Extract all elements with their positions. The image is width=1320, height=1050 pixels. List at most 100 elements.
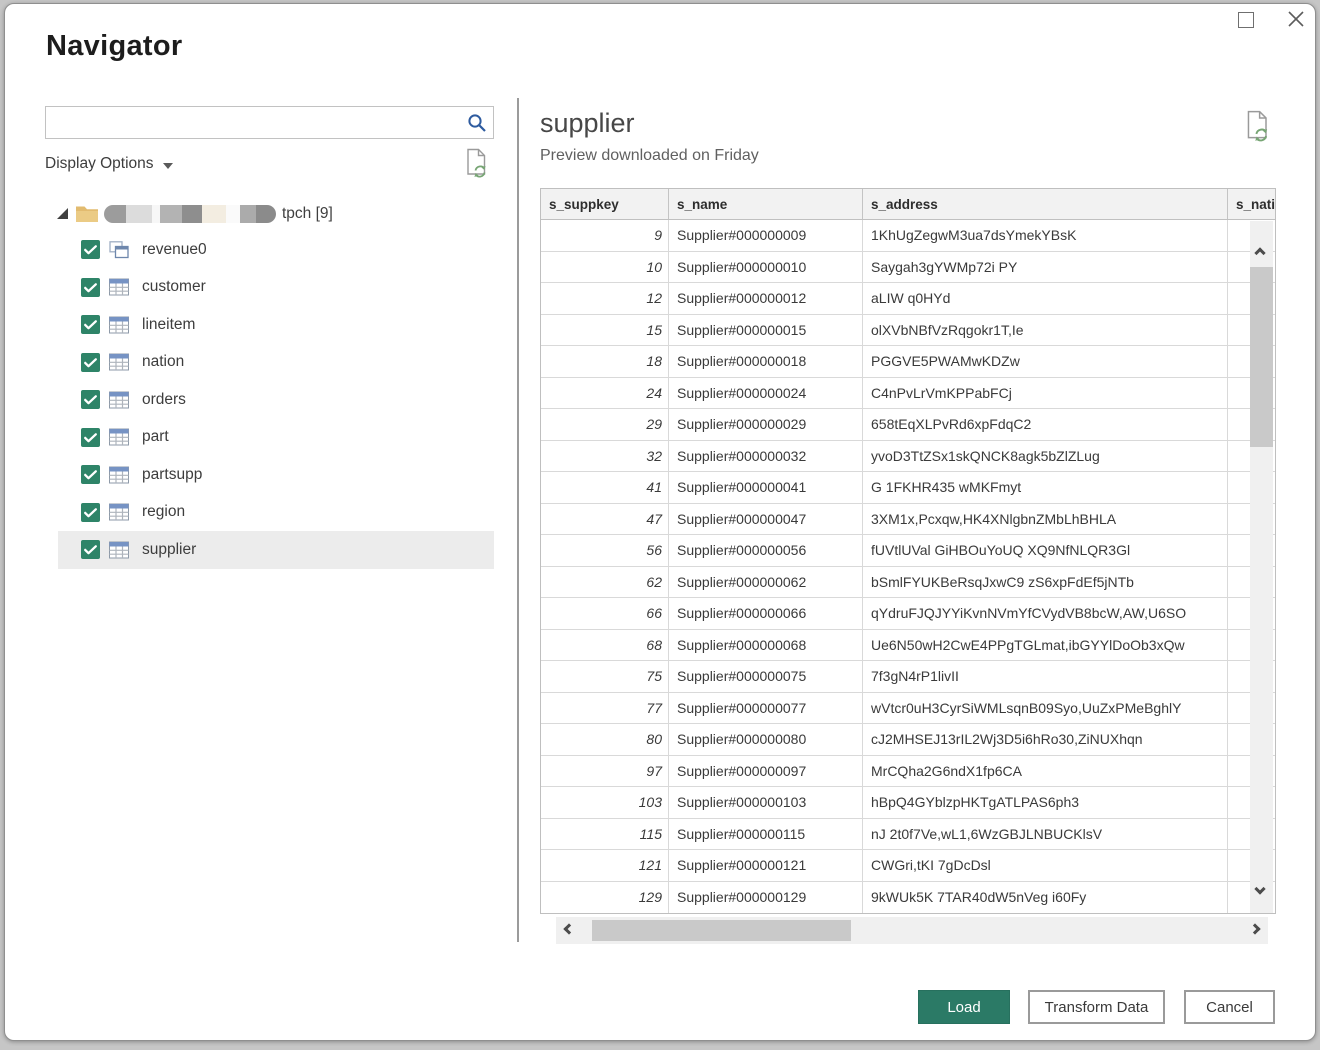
table-cell: 77	[541, 693, 669, 724]
table-cell: cJ2MHSEJ13rIL2Wj3D5i6hRo30,ZiNUXhqn	[863, 724, 1228, 755]
tree-item-label: part	[142, 428, 169, 446]
table-row: 80Supplier#000000080cJ2MHSEJ13rIL2Wj3D5i…	[541, 724, 1275, 756]
scroll-left-icon[interactable]	[563, 923, 574, 934]
table-cell: aLIW q0HYd	[863, 283, 1228, 314]
table-icon	[109, 278, 129, 296]
checkbox-checked[interactable]	[81, 240, 100, 259]
table-row: 41Supplier#000000041G 1FKHR435 wMKFmyt	[541, 472, 1275, 504]
tree-root-database[interactable]: tpch [9]	[45, 197, 333, 230]
table-cell: G 1FKHR435 wMKFmyt	[863, 472, 1228, 503]
tree-item-revenue0[interactable]: revenue0	[58, 231, 494, 269]
tree-item-region[interactable]: region	[58, 494, 494, 532]
table-row: 9Supplier#0000000091KhUgZegwM3ua7dsYmekY…	[541, 220, 1275, 252]
tree-item-customer[interactable]: customer	[58, 269, 494, 307]
maximize-button[interactable]	[1238, 12, 1254, 28]
table-row: 62Supplier#000000062bSmlFYUKBeRsqJxwC9 z…	[541, 567, 1275, 599]
table-cell: Supplier#000000015	[669, 315, 863, 346]
table-cell: bSmlFYUKBeRsqJxwC9 zS6xpFdEf5jNTb	[863, 567, 1228, 598]
refresh-file-icon[interactable]	[463, 148, 490, 180]
pane-divider	[517, 98, 519, 942]
expand-triangle-icon[interactable]	[57, 208, 68, 219]
display-options-label: Display Options	[45, 155, 154, 173]
table-row: 68Supplier#000000068Ue6N50wH2CwE4PPgTGLm…	[541, 630, 1275, 662]
checkbox-checked[interactable]	[81, 315, 100, 334]
table-cell: Supplier#000000024	[669, 378, 863, 409]
tree-item-nation[interactable]: nation	[58, 344, 494, 382]
table-cell: 10	[541, 252, 669, 283]
checkbox-checked[interactable]	[81, 503, 100, 522]
table-cell: 29	[541, 409, 669, 440]
table-cell: Supplier#000000080	[669, 724, 863, 755]
table-row: 66Supplier#000000066qYdruFJQJYYiKvnNVmYf…	[541, 598, 1275, 630]
cancel-button[interactable]: Cancel	[1184, 990, 1275, 1024]
table-cell: 1KhUgZegwM3ua7dsYmekYBsK	[863, 220, 1228, 251]
table-row: 18Supplier#000000018PGGVE5PWAMwKDZw	[541, 346, 1275, 378]
table-icon	[109, 466, 129, 484]
tree-item-lineitem[interactable]: lineitem	[58, 306, 494, 344]
horizontal-scrollbar-thumb[interactable]	[592, 920, 851, 941]
table-cell: MrCQha2G6ndX1fp6CA	[863, 756, 1228, 787]
table-row: 103Supplier#000000103hBpQ4GYblzpHKTgATLP…	[541, 787, 1275, 819]
table-row: 97Supplier#000000097MrCQha2G6ndX1fp6CA	[541, 756, 1275, 788]
table-cell: Supplier#000000077	[669, 693, 863, 724]
tree-item-label: partsupp	[142, 466, 202, 484]
checkbox-checked[interactable]	[81, 428, 100, 447]
vertical-scrollbar[interactable]	[1250, 221, 1273, 913]
table-row: 10Supplier#000000010Saygah3gYWMp72i PY	[541, 252, 1275, 284]
table-row: 15Supplier#000000015olXVbNBfVzRqgokr1T,I…	[541, 315, 1275, 347]
horizontal-scrollbar[interactable]	[556, 917, 1268, 944]
scroll-down-icon[interactable]	[1254, 883, 1265, 894]
tree-item-supplier[interactable]: supplier	[58, 531, 494, 569]
search-input[interactable]	[52, 108, 457, 137]
vertical-scrollbar-thumb[interactable]	[1250, 267, 1273, 447]
scroll-up-icon[interactable]	[1254, 247, 1265, 258]
display-options-dropdown[interactable]: Display Options	[45, 155, 173, 173]
table-cell: 9	[541, 220, 669, 251]
close-button[interactable]	[1284, 7, 1308, 31]
table-cell: yvoD3TtZSx1skQNCK8agk5bZlZLug	[863, 441, 1228, 472]
table-row: 12Supplier#000000012aLIW q0HYd	[541, 283, 1275, 315]
table-cell: Supplier#000000066	[669, 598, 863, 629]
table-cell: wVtcr0uH3CyrSiWMLsqnB09Syo,UuZxPMeBghlY	[863, 693, 1228, 724]
table-cell: nJ 2t0f7Ve,wL1,6WzGBJLNBUCKlsV	[863, 819, 1228, 850]
table-row: 24Supplier#000000024C4nPvLrVmKPPabFCj	[541, 378, 1275, 410]
table-cell: 15	[541, 315, 669, 346]
tree-item-part[interactable]: part	[58, 419, 494, 457]
checkbox-checked[interactable]	[81, 353, 100, 372]
table-icon	[109, 391, 129, 409]
table-cell: 80	[541, 724, 669, 755]
table-cell: Supplier#000000010	[669, 252, 863, 283]
refresh-preview-icon[interactable]	[1243, 110, 1272, 144]
transform-data-button[interactable]: Transform Data	[1028, 990, 1165, 1024]
tree-item-partsupp[interactable]: partsupp	[58, 456, 494, 494]
tree-item-label: supplier	[142, 541, 196, 559]
checkbox-checked[interactable]	[81, 540, 100, 559]
table-cell: Supplier#000000075	[669, 661, 863, 692]
checkbox-checked[interactable]	[81, 465, 100, 484]
checkbox-checked[interactable]	[81, 278, 100, 297]
preview-subtitle: Preview downloaded on Friday	[540, 147, 759, 165]
tree-item-label: orders	[142, 391, 186, 409]
table-cell: 75	[541, 661, 669, 692]
table-cell: Supplier#000000012	[669, 283, 863, 314]
search-icon[interactable]	[466, 112, 488, 134]
table-header-row: s_suppkeys_names_addresss_natio	[541, 189, 1275, 220]
view-icon	[109, 241, 129, 259]
table-cell: Supplier#000000121	[669, 850, 863, 881]
checkbox-checked[interactable]	[81, 390, 100, 409]
tree-item-orders[interactable]: orders	[58, 381, 494, 419]
table-cell: Ue6N50wH2CwE4PPgTGLmat,ibGYYlDoOb3xQw	[863, 630, 1228, 661]
search-box[interactable]	[45, 106, 494, 139]
table-cell: qYdruFJQJYYiKvnNVmYfCVydVB8bcW,AW,U6SO	[863, 598, 1228, 629]
table-cell: 68	[541, 630, 669, 661]
column-header-s_suppkey: s_suppkey	[541, 189, 669, 219]
table-cell: 56	[541, 535, 669, 566]
table-cell: 9kWUk5K 7TAR40dW5nVeg i60Fy	[863, 882, 1228, 914]
load-button[interactable]: Load	[918, 990, 1010, 1024]
tree-item-label: revenue0	[142, 241, 207, 259]
table-cell: Supplier#000000056	[669, 535, 863, 566]
table-icon	[109, 428, 129, 446]
table-cell: 103	[541, 787, 669, 818]
scroll-right-icon[interactable]	[1249, 923, 1260, 934]
table-row: 32Supplier#000000032yvoD3TtZSx1skQNCK8ag…	[541, 441, 1275, 473]
